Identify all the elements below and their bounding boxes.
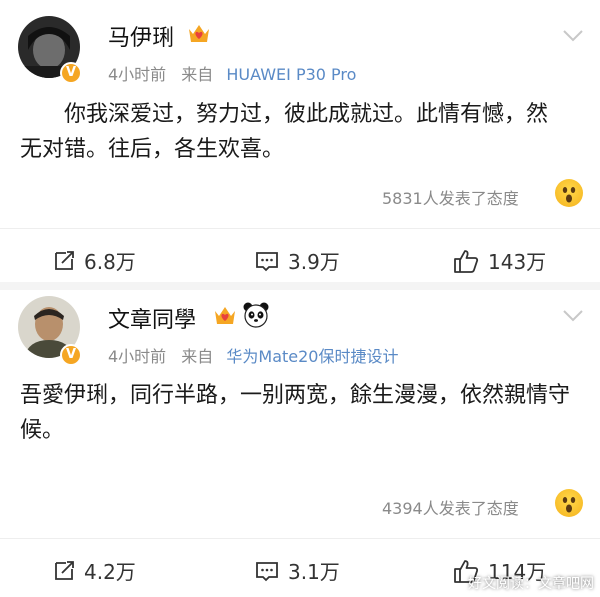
comment-count: 3.9万 [288,250,340,274]
verified-icon: V [60,344,82,366]
surprised-emoji-icon[interactable] [555,179,583,207]
post-content: 你我深爱过，努力过，彼此成就过。此情有憾，然无对错。往后，各生欢喜。 [20,102,549,162]
like-count: 143万 [488,250,547,274]
thumbs-up-icon [454,249,479,273]
comment-button[interactable]: 3.1万 [254,556,340,585]
comment-button[interactable]: 3.9万 [254,246,340,275]
verified-icon: V [60,62,82,84]
crown-heart-icon [186,20,212,50]
chevron-down-icon[interactable] [562,28,584,47]
username[interactable]: 文章同學 [108,302,196,334]
post-2: V 文章同學 4小时前 来自 华为Mate20保时捷设计 吾愛伊琍，同行半路，一… [0,282,600,597]
comment-count: 3.1万 [288,560,340,584]
post-meta: 4小时前 来自 华为Mate20保时捷设计 [108,343,398,367]
source-label: 来自 [181,347,214,366]
comment-icon [256,251,278,271]
repost-icon [55,560,74,580]
post-time: 4小时前 [108,65,167,84]
chevron-down-icon[interactable] [562,308,584,327]
source-link[interactable]: HUAWEI P30 Pro [226,65,356,84]
reaction-summary[interactable]: 4394人发表了态度 [382,495,519,519]
repost-count: 6.8万 [84,250,136,274]
repost-count: 4.2万 [84,560,136,584]
repost-icon [55,250,74,270]
repost-button[interactable]: 6.8万 [52,246,136,275]
source-link[interactable]: 华为Mate20保时捷设计 [226,347,398,366]
surprised-emoji-icon[interactable] [555,489,583,517]
post-content: 吾愛伊琍，同行半路，一别两宽，餘生漫漫，依然親情守候。 [20,383,571,443]
source-label: 来自 [181,65,214,84]
panda-icon [242,301,270,333]
reaction-summary[interactable]: 5831人发表了态度 [382,185,519,209]
divider [0,538,600,539]
post-1: V 马伊琍 4小时前 来自 HUAWEI P30 Pro 你我深爱过，努力过，彼… [0,0,600,290]
comment-icon [256,561,278,581]
crown-heart-icon [212,302,238,332]
post-separator [0,282,600,290]
watermark: 好文阅读：文章吧网 [468,576,594,592]
username[interactable]: 马伊琍 [108,20,174,52]
post-time: 4小时前 [108,347,167,366]
repost-button[interactable]: 4.2万 [52,556,136,585]
post-meta: 4小时前 来自 HUAWEI P30 Pro [108,61,356,85]
like-button[interactable]: 143万 [452,246,546,275]
divider [0,228,600,229]
